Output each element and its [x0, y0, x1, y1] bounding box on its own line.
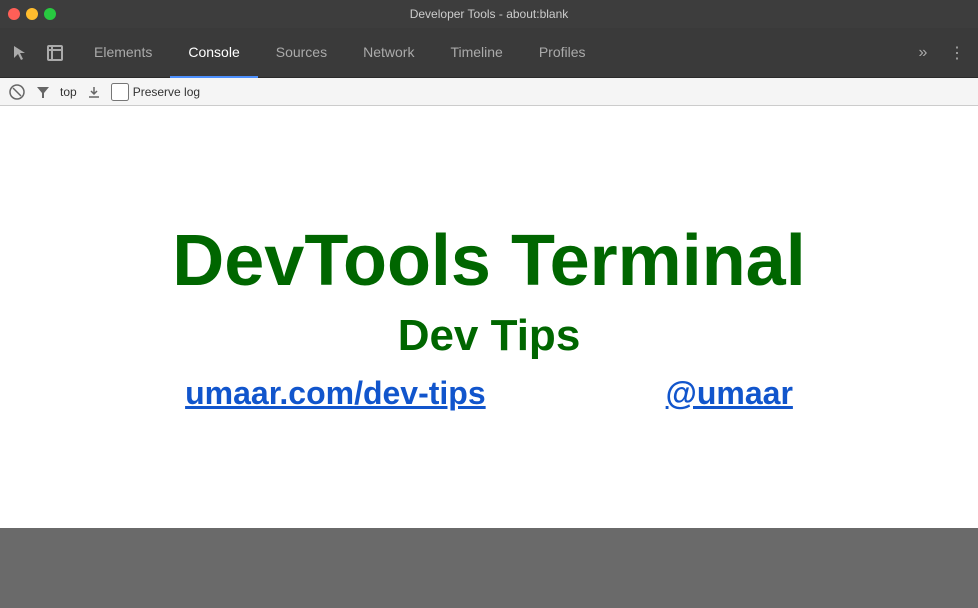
close-button[interactable]	[8, 8, 20, 20]
bottom-bar	[0, 528, 978, 608]
main-content: DevTools Terminal Dev Tips umaar.com/dev…	[0, 106, 978, 528]
headline: DevTools Terminal	[172, 222, 805, 301]
context-selector[interactable]: top	[60, 85, 77, 99]
website-link[interactable]: umaar.com/dev-tips	[185, 375, 486, 412]
twitter-link[interactable]: @umaar	[666, 375, 793, 412]
toolbar-left-icons	[6, 38, 70, 68]
toolbar: Elements Console Sources Network Timelin…	[0, 28, 978, 78]
tab-sources[interactable]: Sources	[258, 28, 345, 78]
minimize-button[interactable]	[26, 8, 38, 20]
preserve-log-label: Preserve log	[133, 85, 200, 99]
clear-console-icon[interactable]	[8, 83, 26, 101]
tab-elements[interactable]: Elements	[76, 28, 170, 78]
subtitle: Dev Tips	[398, 311, 581, 361]
tab-profiles[interactable]: Profiles	[521, 28, 604, 78]
inspect-icon[interactable]	[40, 38, 70, 68]
tab-network[interactable]: Network	[345, 28, 432, 78]
links-row: umaar.com/dev-tips @umaar	[185, 375, 793, 412]
cursor-icon[interactable]	[6, 38, 36, 68]
preserve-log-area[interactable]: Preserve log	[111, 83, 200, 101]
window-title: Developer Tools - about:blank	[410, 7, 569, 21]
tab-timeline[interactable]: Timeline	[432, 28, 520, 78]
toolbar-right: » ⋮	[908, 38, 972, 68]
title-bar: Developer Tools - about:blank	[0, 0, 978, 28]
settings-button[interactable]: ⋮	[942, 38, 972, 68]
more-tabs-button[interactable]: »	[908, 38, 938, 68]
console-toolbar: top Preserve log	[0, 78, 978, 106]
preserve-log-checkbox[interactable]	[111, 83, 129, 101]
filter-icon[interactable]	[34, 83, 52, 101]
tab-console[interactable]: Console	[170, 28, 257, 78]
traffic-lights	[8, 8, 56, 20]
maximize-button[interactable]	[44, 8, 56, 20]
download-icon[interactable]	[85, 83, 103, 101]
nav-tabs: Elements Console Sources Network Timelin…	[76, 28, 908, 78]
